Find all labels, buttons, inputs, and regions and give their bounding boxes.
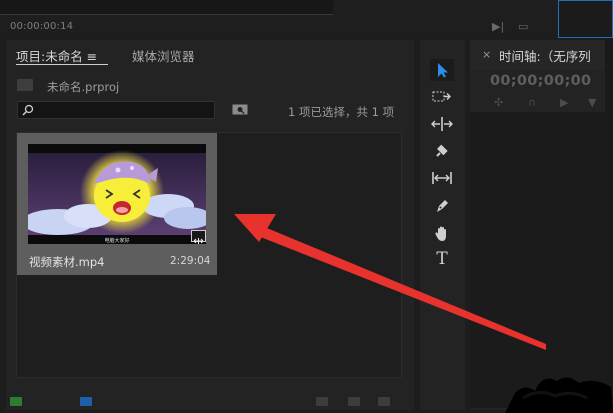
type-icon: T <box>436 249 448 269</box>
find-icon[interactable] <box>232 103 248 115</box>
razor-icon <box>436 144 448 157</box>
timeline-tab-title[interactable]: 时间轴:（无序列 <box>499 46 591 65</box>
program-monitor-panel[interactable] <box>558 0 613 38</box>
type-tool[interactable]: T <box>430 248 454 270</box>
add-marker-icon[interactable]: ▼ <box>588 96 596 109</box>
insert-icon[interactable]: ▶| <box>492 20 504 33</box>
close-icon[interactable]: × <box>482 48 491 61</box>
clip-name[interactable]: 视频素材.mp4 <box>29 254 104 270</box>
new-item-icon[interactable] <box>348 397 360 406</box>
source-timecode[interactable]: 00:00:00:14 <box>10 21 73 32</box>
track-select-icon <box>432 91 451 102</box>
linked-selection-icon[interactable]: ▶ <box>560 96 568 109</box>
export-frame-icon[interactable]: ▭ <box>518 20 528 33</box>
panel-edge <box>605 38 613 413</box>
pen-icon <box>437 200 448 212</box>
ripple-edit-tool[interactable] <box>430 113 454 135</box>
clip-thumbnail[interactable]: 电脑大家好 <box>28 144 206 244</box>
new-bin-icon[interactable] <box>316 397 328 406</box>
selection-tool[interactable] <box>430 59 454 81</box>
slip-tool[interactable] <box>430 167 454 189</box>
nest-icon[interactable]: ✣ <box>494 96 503 109</box>
tab-project[interactable]: 项目:未命名 ≡ <box>16 46 97 65</box>
selection-status: 1 项已选择，共 1 项 <box>288 105 395 119</box>
thumbnail-caption: 电脑大家好 <box>104 237 129 244</box>
ripple-edit-icon <box>431 117 453 131</box>
hand-icon <box>435 226 446 241</box>
clip-duration: 2:29:04 <box>170 255 211 267</box>
project-file-name: 未命名.prproj <box>47 80 120 94</box>
tab-media-browser[interactable]: 媒体浏览器 <box>132 46 195 65</box>
track-select-tool[interactable] <box>430 86 454 108</box>
cartoon-thumbnail-image: 电脑大家好 <box>28 144 206 244</box>
selection-arrow-icon <box>438 63 448 78</box>
hand-tool[interactable] <box>430 222 454 244</box>
pen-tool[interactable] <box>430 195 454 217</box>
slip-icon <box>432 172 452 184</box>
search-input[interactable] <box>17 101 215 119</box>
redaction-scribble <box>505 377 613 413</box>
razor-tool[interactable] <box>430 140 454 162</box>
source-monitor-scrub-bar[interactable] <box>0 0 333 15</box>
project-file-icon <box>17 79 33 91</box>
search-icon <box>22 104 34 116</box>
timeline-timecode[interactable]: 00;00;00;00 <box>490 73 591 89</box>
clip-type-badge-icon <box>191 230 206 244</box>
active-tab-underline <box>16 64 108 65</box>
write-protect-icon[interactable] <box>10 397 22 406</box>
trash-icon[interactable] <box>378 397 390 406</box>
snap-icon[interactable]: ∩ <box>528 96 536 109</box>
list-view-icon[interactable] <box>80 397 92 406</box>
